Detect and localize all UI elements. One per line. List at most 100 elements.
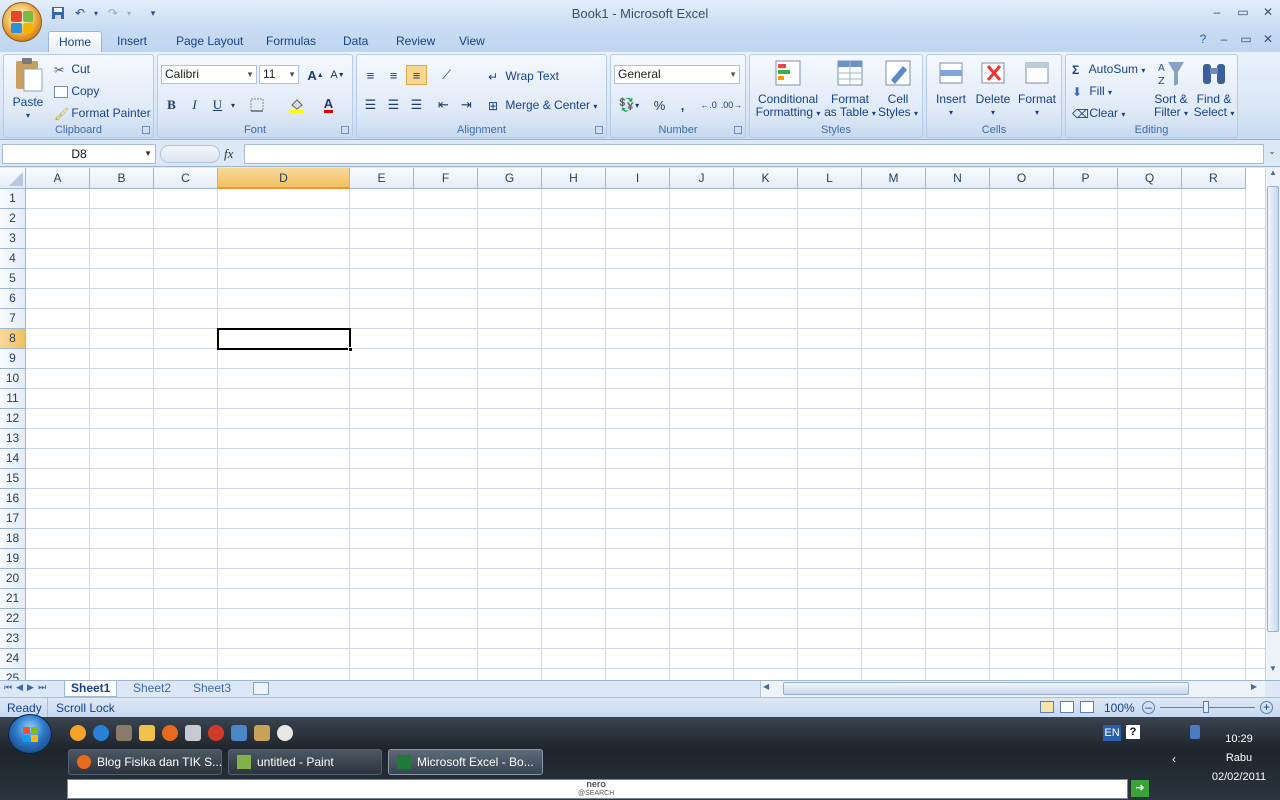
decrease-decimal-icon[interactable]: .00→ xyxy=(721,95,743,115)
workbook-minimize-button[interactable]: – xyxy=(1214,31,1234,47)
row-header-12[interactable]: 12 xyxy=(0,409,26,429)
autosum-button[interactable]: Σ AutoSum ▾ xyxy=(1072,62,1145,78)
active-cell[interactable] xyxy=(217,328,353,352)
tool-icon[interactable] xyxy=(185,725,201,741)
office-button[interactable] xyxy=(2,2,42,42)
scroll-down-icon[interactable]: ▼ xyxy=(1267,664,1279,678)
sort-filter-button[interactable]: AZ Sort & Filter ▾ xyxy=(1150,58,1192,120)
utility-icon[interactable] xyxy=(254,725,270,741)
help-tray-icon[interactable]: ? xyxy=(1126,725,1140,739)
wrap-text-button[interactable]: ↵ Wrap Text xyxy=(488,69,559,84)
media-icon[interactable] xyxy=(116,725,132,741)
delete-cells-button[interactable]: Delete ▾ xyxy=(973,58,1013,119)
tab-page-layout[interactable]: Page Layout xyxy=(166,31,253,52)
fill-handle[interactable] xyxy=(348,347,353,352)
column-header-m[interactable]: M xyxy=(862,168,926,189)
scroll-right-icon[interactable]: ▶ xyxy=(1251,682,1257,691)
sheet-tab-sheet3[interactable]: Sheet3 xyxy=(187,681,237,697)
horizontal-scrollbar[interactable]: ◀ ▶ xyxy=(760,681,1265,697)
task-paint[interactable]: untitled - Paint xyxy=(228,749,382,775)
help-icon[interactable]: ? xyxy=(1193,31,1213,47)
row-header-24[interactable]: 24 xyxy=(0,649,26,669)
formula-input[interactable] xyxy=(244,144,1264,164)
orientation-icon[interactable]: ⟋ xyxy=(436,65,457,85)
fill-button[interactable]: ⬇ Fill ▾ xyxy=(1072,84,1112,100)
font-name-select[interactable]: Calibri ▼ xyxy=(161,65,257,84)
insert-cells-button[interactable]: Insert ▾ xyxy=(931,58,971,119)
zoom-in-icon[interactable]: + xyxy=(1260,701,1273,714)
sheet-tab-sheet1[interactable]: Sheet1 xyxy=(64,681,118,697)
tab-review[interactable]: Review xyxy=(386,31,445,52)
zoom-slider-thumb[interactable] xyxy=(1203,701,1209,713)
undo-icon[interactable]: ↶ xyxy=(72,4,88,22)
start-button[interactable] xyxy=(8,714,52,754)
clock-time[interactable]: 10:29 xyxy=(1208,733,1270,745)
column-header-e[interactable]: E xyxy=(350,168,414,189)
redo-icon[interactable]: ↷ xyxy=(105,4,121,22)
folder-icon[interactable] xyxy=(139,725,155,741)
row-header-10[interactable]: 10 xyxy=(0,369,26,389)
cut-button[interactable]: ✂ Cut xyxy=(54,62,90,77)
column-header-i[interactable]: I xyxy=(606,168,670,189)
row-header-23[interactable]: 23 xyxy=(0,629,26,649)
row-header-8[interactable]: 8 xyxy=(0,329,26,349)
shrink-font-button[interactable]: A ▼ xyxy=(327,65,348,85)
align-left-icon[interactable]: ☰ xyxy=(360,95,381,115)
underline-button[interactable]: U xyxy=(207,95,228,115)
select-all-corner[interactable] xyxy=(0,168,26,189)
align-right-icon[interactable]: ☰ xyxy=(406,95,427,115)
workbook-restore-button[interactable]: ▭ xyxy=(1236,31,1256,47)
row-header-9[interactable]: 9 xyxy=(0,349,26,369)
normal-view-icon[interactable] xyxy=(1040,701,1054,713)
expand-formula-bar-icon[interactable]: ⌄ xyxy=(1266,146,1278,162)
column-header-o[interactable]: O xyxy=(990,168,1054,189)
zoom-level[interactable]: 100% xyxy=(1104,701,1135,715)
clipboard-launcher-icon[interactable] xyxy=(142,126,150,134)
borders-button[interactable] xyxy=(246,95,267,115)
page-break-view-icon[interactable] xyxy=(1080,701,1094,713)
tab-data[interactable]: Data xyxy=(333,31,378,52)
tray-device-icon[interactable] xyxy=(1190,725,1200,739)
column-header-j[interactable]: J xyxy=(670,168,734,189)
vertical-scrollbar[interactable]: ▲ ▼ xyxy=(1265,168,1280,680)
internet-explorer-icon[interactable] xyxy=(93,725,109,741)
row-header-3[interactable]: 3 xyxy=(0,229,26,249)
formula-bar-handle[interactable] xyxy=(160,145,220,163)
row-header-5[interactable]: 5 xyxy=(0,269,26,289)
row-header-18[interactable]: 18 xyxy=(0,529,26,549)
font-size-select[interactable]: 11 ▼ xyxy=(259,65,299,84)
number-format-select[interactable]: General ▼ xyxy=(614,65,740,84)
conditional-formatting-button[interactable]: Conditional Formatting ▾ xyxy=(752,58,824,120)
bottom-align-icon[interactable]: ≡ xyxy=(406,65,427,85)
underline-dropdown-icon[interactable]: ▾ xyxy=(228,95,238,115)
number-launcher-icon[interactable] xyxy=(734,126,742,134)
column-header-r[interactable]: R xyxy=(1182,168,1246,189)
accounting-format-icon[interactable]: 💱 ▾ xyxy=(614,95,644,115)
row-header-14[interactable]: 14 xyxy=(0,449,26,469)
row-header-19[interactable]: 19 xyxy=(0,549,26,569)
merge-center-button[interactable]: ⊞ Merge & Center ▾ xyxy=(488,98,597,114)
quicklaunch-app-icon[interactable] xyxy=(70,725,86,741)
increase-decimal-icon[interactable]: ←.0 xyxy=(698,95,719,115)
column-header-h[interactable]: H xyxy=(542,168,606,189)
minimize-button[interactable]: – xyxy=(1207,4,1227,20)
row-header-16[interactable]: 16 xyxy=(0,489,26,509)
increase-indent-icon[interactable]: ⇥ xyxy=(456,95,477,115)
column-header-b[interactable]: B xyxy=(90,168,154,189)
insert-sheet-icon[interactable] xyxy=(253,682,269,695)
find-select-button[interactable]: Find & Select ▾ xyxy=(1193,58,1235,120)
vertical-scroll-thumb[interactable] xyxy=(1267,186,1279,632)
row-header-4[interactable]: 4 xyxy=(0,249,26,269)
row-header-1[interactable]: 1 xyxy=(0,189,26,209)
close-button[interactable]: ✕ xyxy=(1258,4,1278,20)
paste-button[interactable]: Paste ▾ xyxy=(10,57,46,122)
zoom-out-icon[interactable]: – xyxy=(1142,701,1155,714)
firefox-icon[interactable] xyxy=(162,725,178,741)
column-header-g[interactable]: G xyxy=(478,168,542,189)
row-header-20[interactable]: 20 xyxy=(0,569,26,589)
tab-view[interactable]: View xyxy=(449,31,495,52)
row-header-6[interactable]: 6 xyxy=(0,289,26,309)
customize-qat-icon[interactable]: ▾ xyxy=(145,4,161,22)
tab-home[interactable]: Home xyxy=(48,31,103,52)
workbook-close-button[interactable]: ✕ xyxy=(1258,31,1278,47)
